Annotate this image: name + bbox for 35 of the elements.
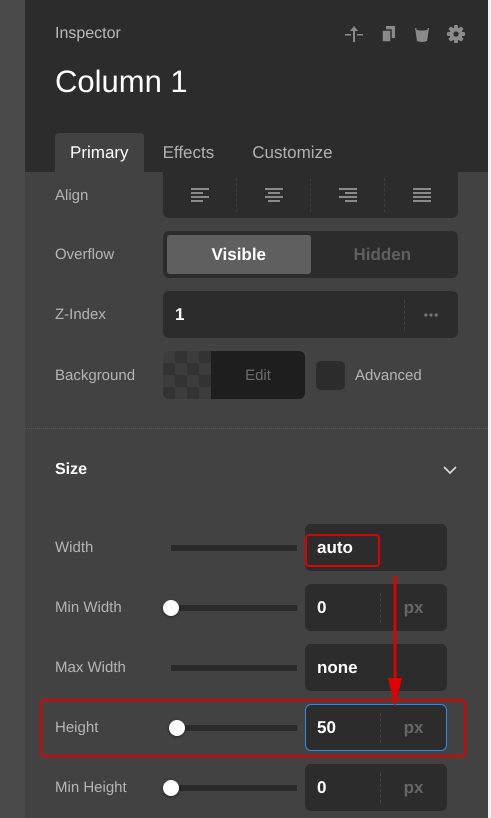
field-label: Align: [55, 186, 90, 204]
field-label: Max Width: [55, 659, 127, 676]
align-justify-icon: [412, 185, 432, 205]
align-left-icon: [190, 185, 210, 205]
field-label: Min Width: [55, 599, 123, 616]
field-label: Height: [55, 719, 100, 736]
slider-thumb[interactable]: [163, 600, 179, 616]
field-label: Z-Index: [55, 306, 107, 323]
unit-label: px: [380, 712, 446, 742]
slider-thumb[interactable]: [163, 780, 179, 796]
field-label: Min Height: [55, 779, 128, 796]
slider-thumb[interactable]: [169, 720, 186, 736]
input-field[interactable]: auto: [305, 524, 447, 571]
tab[interactable]: Primary: [55, 133, 144, 172]
input-field[interactable]: none: [305, 644, 447, 691]
input-field[interactable]: 1 •••: [163, 291, 458, 338]
align-center-icon: [264, 185, 284, 205]
input-field[interactable]: 0 px: [305, 584, 447, 631]
field-label: Width: [55, 539, 94, 556]
field-label: Background: [55, 366, 136, 384]
settings-icon: [446, 24, 466, 44]
tab[interactable]: Effects: [148, 133, 230, 172]
segment-option[interactable]: Visible: [167, 235, 310, 274]
checkbox-label: Advanced: [355, 366, 422, 384]
transparency-swatch[interactable]: [163, 351, 211, 399]
input-field[interactable]: 0 px: [305, 764, 447, 811]
element-name: Column 1: [55, 64, 189, 100]
field-label: Overflow: [55, 246, 116, 263]
section-title: Size: [55, 461, 88, 479]
upload-arrow-icon: [344, 24, 364, 44]
unit-label: px: [380, 772, 446, 802]
align-right-icon: [338, 185, 358, 205]
tab[interactable]: Customize: [237, 133, 348, 172]
panel-title: Inspector: [55, 25, 121, 43]
input-field[interactable]: 50 px: [305, 704, 447, 751]
